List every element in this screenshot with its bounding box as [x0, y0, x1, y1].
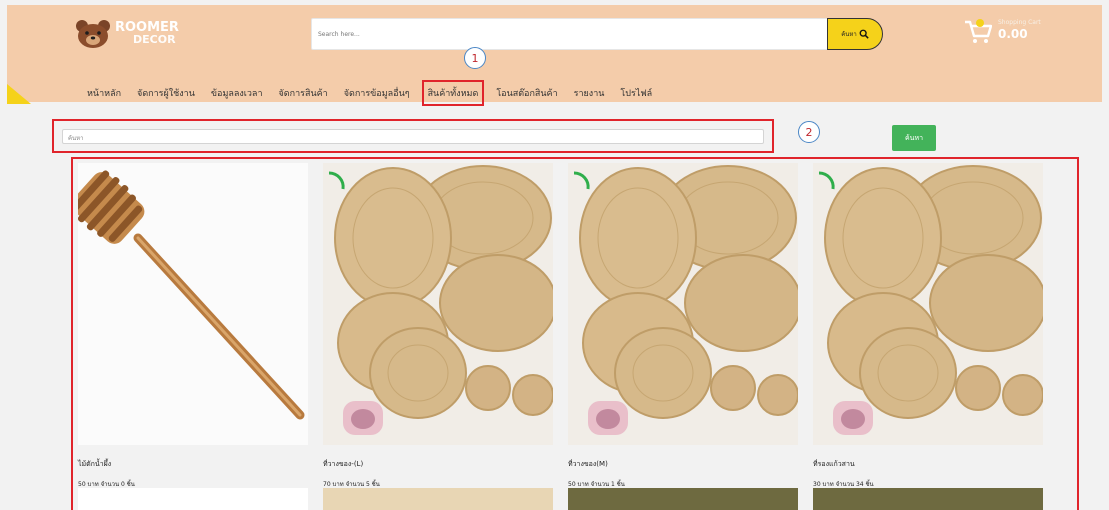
- product-card-next-row[interactable]: [78, 488, 308, 510]
- product-card-next-row[interactable]: [813, 488, 1043, 510]
- nav-item-timesheet[interactable]: ข้อมูลลงเวลา: [211, 86, 263, 100]
- product-card[interactable]: ที่วางของ(M) 50 บาท จำนวน 1 ชิ้น: [568, 163, 798, 489]
- product-image[interactable]: [323, 163, 553, 445]
- woven-placemats-icon: [813, 163, 1043, 445]
- logo-line2: DECOR: [133, 33, 176, 46]
- product-card[interactable]: ไม้ตักน้ำผึ้ง 50 บาท จำนวน 0 ชิ้น: [78, 163, 308, 489]
- cart-icon: [965, 19, 992, 43]
- search-button[interactable]: ค้นหา: [827, 18, 883, 50]
- product-card[interactable]: ที่รองแก้วสาน 30 บาท จำนวน 34 ชิ้น: [813, 163, 1043, 489]
- search-icon: [859, 29, 869, 39]
- search-button-label: ค้นหา: [841, 31, 857, 38]
- woven-placemats-icon: [323, 163, 553, 445]
- nav-accent: [7, 84, 31, 104]
- cart-total: 0.00: [998, 27, 1028, 41]
- product-card-next-row[interactable]: [568, 488, 798, 510]
- honey-dipper-icon: [78, 163, 308, 445]
- product-title[interactable]: ไม้ตักน้ำผึ้ง: [78, 459, 308, 470]
- shopping-cart[interactable]: Shopping Cart 0.00: [964, 19, 1041, 45]
- cart-label: Shopping Cart: [998, 19, 1041, 26]
- nav-item-reports[interactable]: รายงาน: [574, 86, 605, 100]
- search-input[interactable]: Search here...: [311, 18, 829, 50]
- annotation-marker-1: 1: [464, 47, 486, 69]
- product-card-next-row[interactable]: [323, 488, 553, 510]
- nav-item-all-products[interactable]: สินค้าทั้งหมด: [421, 80, 485, 106]
- woven-placemats-icon: [568, 163, 798, 445]
- annotation-marker-2: 2: [798, 121, 820, 143]
- product-title[interactable]: ที่วางของ-(L): [323, 459, 553, 470]
- header: ROOMER DECOR Search here... ค้นหา Shoppi…: [7, 5, 1102, 106]
- nav-item-users[interactable]: จัดการผู้ใช้งาน: [137, 86, 195, 100]
- page: ROOMER DECOR Search here... ค้นหา Shoppi…: [0, 0, 1109, 510]
- product-card[interactable]: ที่วางของ-(L) 70 บาท จำนวน 5 ชิ้น: [323, 163, 553, 489]
- product-title[interactable]: ที่วางของ(M): [568, 459, 798, 470]
- product-image[interactable]: [568, 163, 798, 445]
- logo[interactable]: ROOMER DECOR: [73, 19, 179, 49]
- nav-item-manage-products[interactable]: จัดการสินค้า: [279, 86, 328, 100]
- filter-highlight: ค้นหา: [52, 119, 774, 153]
- product-search-button[interactable]: ค้นหา: [892, 125, 936, 151]
- nav-item-home[interactable]: หน้าหลัก: [87, 86, 121, 100]
- header-search: Search here... ค้นหา: [311, 18, 883, 50]
- nav-item-profile[interactable]: โปรไฟล์: [620, 86, 652, 100]
- product-image[interactable]: [78, 163, 308, 445]
- main-nav: หน้าหลัก จัดการผู้ใช้งาน ข้อมูลลงเวลา จั…: [79, 80, 660, 106]
- bear-logo-icon: [76, 20, 110, 48]
- nav-item-stock-transfer[interactable]: โอนสต๊อกสินค้า: [496, 86, 557, 100]
- nav-item-other-data[interactable]: จัดการข้อมูลอื่นๆ: [344, 86, 410, 100]
- product-image[interactable]: [813, 163, 1043, 445]
- product-search-input[interactable]: ค้นหา: [62, 129, 764, 144]
- product-title[interactable]: ที่รองแก้วสาน: [813, 459, 1043, 470]
